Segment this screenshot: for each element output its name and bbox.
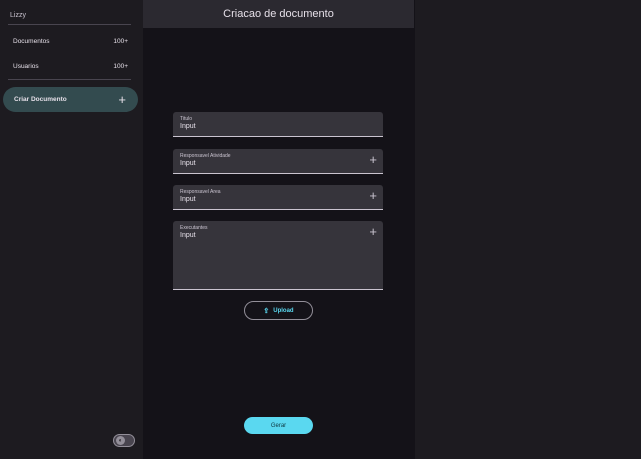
sidebar-item-label: Usuarios — [13, 62, 39, 70]
field-label: Responsavel Area — [180, 189, 221, 195]
responsavel-area-input[interactable]: Input — [180, 196, 196, 203]
executantes-input[interactable]: Input — [180, 232, 196, 239]
add-executante-icon[interactable]: + — [369, 225, 377, 238]
brand-label: Lizzy — [10, 12, 26, 19]
sidebar-item-count: 100+ — [113, 62, 128, 70]
form-area: Titulo Input Responsavel Atividade Input… — [143, 28, 414, 459]
page-title: Criacao de documento — [223, 8, 334, 20]
right-panel — [415, 0, 641, 459]
gerar-label: Gerar — [270, 422, 287, 429]
sidebar-item-documentos[interactable]: Documentos 100+ — [8, 34, 131, 48]
field-label: Responsavel Atividade — [180, 153, 231, 159]
responsavel-area-field[interactable]: Responsavel Area Input + — [173, 185, 383, 210]
executantes-field[interactable]: Executantes Input + — [173, 221, 383, 290]
titulo-field[interactable]: Titulo Input — [173, 112, 383, 137]
field-label: Executantes — [180, 225, 208, 231]
create-document-button[interactable]: Criar Documento + — [3, 87, 138, 112]
titulo-input[interactable]: Input — [180, 123, 196, 130]
create-document-label: Criar Documento — [14, 96, 67, 103]
divider — [8, 24, 131, 25]
sidebar: Lizzy Documentos 100+ Usuarios 100+ Cria… — [0, 0, 143, 459]
sidebar-item-usuarios[interactable]: Usuarios 100+ — [8, 59, 131, 73]
sidebar-item-label: Documentos — [13, 37, 50, 45]
plus-icon: + — [118, 92, 126, 107]
add-responsavel-atividade-icon[interactable]: + — [369, 153, 377, 166]
theme-toggle-icon: ◐ — [116, 436, 125, 445]
theme-toggle[interactable]: ◐ — [113, 434, 135, 447]
upload-label: Upload — [273, 307, 294, 314]
gerar-button[interactable]: Gerar — [244, 417, 313, 434]
upload-button[interactable]: ⇪ Upload — [244, 301, 313, 320]
page-header: Criacao de documento — [143, 0, 414, 28]
sidebar-item-count: 100+ — [113, 37, 128, 45]
upload-icon: ⇪ — [263, 307, 270, 315]
responsavel-atividade-field[interactable]: Responsavel Atividade Input + — [173, 149, 383, 174]
divider — [8, 79, 131, 80]
responsavel-atividade-input[interactable]: Input — [180, 160, 196, 167]
add-responsavel-area-icon[interactable]: + — [369, 189, 377, 202]
main-panel: Criacao de documento Titulo Input Respon… — [143, 0, 414, 459]
field-label: Titulo — [180, 116, 193, 122]
